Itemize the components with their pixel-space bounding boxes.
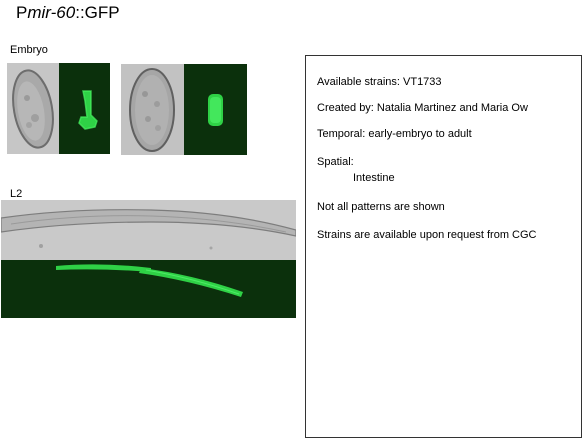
title-suffix: ::GFP (75, 3, 120, 22)
l2-dic-image (1, 200, 296, 260)
patterns-note: Not all patterns are shown (317, 201, 445, 213)
l2-gfp-image (1, 260, 296, 318)
embryo-label: Embryo (10, 44, 48, 56)
available-strains: Available strains: VT1733 (317, 76, 442, 88)
spatial-value: Intestine (353, 172, 395, 184)
title-prefix: P (16, 3, 28, 22)
cgc-note: Strains are available upon request from … (317, 229, 537, 241)
embryo-1-dic-image (7, 63, 59, 154)
page-title: Pmir-60::GFP (16, 3, 120, 23)
embryo-2-dic-image (121, 64, 184, 155)
spatial-label: Spatial: (317, 156, 354, 168)
embryo-2-gfp-image (184, 64, 247, 155)
temporal-expression: Temporal: early-embryo to adult (317, 128, 472, 140)
embryo-1-gfp-image (59, 63, 110, 154)
title-gene: mir-60 (27, 3, 76, 22)
strain-info-box: Available strains: VT1733 Created by: Na… (305, 55, 582, 438)
created-by: Created by: Natalia Martinez and Maria O… (317, 102, 528, 114)
